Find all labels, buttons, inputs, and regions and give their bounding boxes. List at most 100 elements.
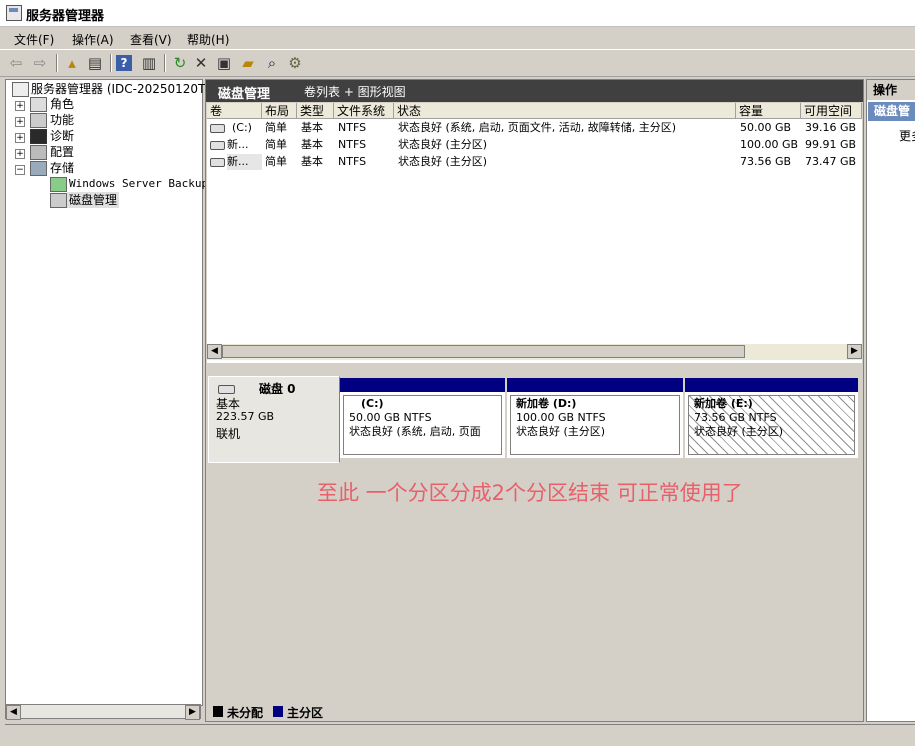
actions-title: 操作: [867, 80, 915, 100]
status-bar: [5, 724, 915, 745]
cell-free: 39.16 GB: [805, 121, 857, 134]
collapse-storage[interactable]: −: [15, 165, 25, 175]
partition-d[interactable]: 新加卷 (D:) 100.00 GB NTFS 状态良好 (主分区): [507, 378, 683, 458]
tree-item-diagnostics[interactable]: 诊断: [50, 128, 74, 144]
drive-icon: [210, 158, 225, 167]
partition-bar: [685, 378, 858, 392]
partition-bar: [507, 378, 683, 392]
legend: 未分配 主分区: [207, 703, 862, 720]
volume-list-scrollbar[interactable]: ◀ ▶: [207, 344, 862, 360]
col-filesystem[interactable]: 文件系统: [334, 103, 394, 119]
cell-volume: 新...: [227, 154, 262, 170]
storage-icon: [30, 161, 47, 176]
tree-horizontal-scrollbar[interactable]: ◀ ▶: [5, 704, 201, 720]
drive-icon: [210, 141, 225, 150]
features-icon: [30, 113, 47, 128]
volume-list: 卷 布局 类型 文件系统 状态 容量 可用空间 (C:) 简单 基本 NTFS …: [207, 103, 862, 363]
menu-view[interactable]: 查看(V): [130, 31, 172, 48]
disk-management-pane: 磁盘管理 卷列表 + 图形视图 卷 布局 类型 文件系统 状态 容量 可用空间 …: [205, 79, 864, 722]
col-free-space[interactable]: 可用空间: [801, 103, 862, 119]
help-icon[interactable]: ?: [116, 55, 132, 71]
up-folder-icon[interactable]: ▴: [62, 53, 82, 73]
toolbar: ⇦ ⇨ ▴ ▤ ? ▥ ↻ ✕ ▣ ▰ ⌕ ⚙: [0, 50, 915, 77]
cell-capacity: 100.00 GB: [740, 138, 799, 151]
col-layout[interactable]: 布局: [262, 103, 297, 119]
title-bar: 服务器管理器: [0, 0, 915, 27]
annotation-text: 至此 一个分区分成2个分区结束 可正常使用了: [317, 481, 743, 505]
tree-item-storage[interactable]: 存储: [50, 160, 74, 176]
menu-action[interactable]: 操作(A): [72, 31, 114, 48]
refresh-icon[interactable]: ↻: [170, 53, 190, 73]
view-mode: 卷列表 + 图形视图: [304, 85, 406, 99]
show-hide-action-icon[interactable]: ▥: [139, 53, 159, 73]
pane-title: 磁盘管理: [218, 87, 271, 102]
partition-c[interactable]: (C:) 50.00 GB NTFS 状态良好 (系统, 启动, 页面: [340, 378, 505, 458]
disk-0-info[interactable]: 磁盘 0 基本 223.57 GB 联机: [208, 376, 340, 463]
col-status[interactable]: 状态: [394, 103, 736, 119]
partition-e[interactable]: 新加卷 (E:) 73.56 GB NTFS 状态良好 (主分区): [685, 378, 858, 458]
actions-section-disk-management[interactable]: 磁盘管: [868, 102, 915, 121]
menu-file[interactable]: 文件(F): [14, 31, 54, 48]
tree-item-roles[interactable]: 角色: [50, 96, 74, 112]
pane-header: 磁盘管理 卷列表 + 图形视图: [206, 80, 863, 102]
cell-volume: (C:): [232, 121, 252, 134]
scroll-left-icon[interactable]: ◀: [207, 344, 222, 359]
tree-item-disk-management[interactable]: 磁盘管理: [67, 192, 120, 208]
partition-status: 状态良好 (主分区): [694, 425, 784, 438]
cell-status: 状态良好 (主分区): [398, 155, 488, 168]
cell-status: 状态良好 (主分区): [398, 138, 488, 151]
tree-root[interactable]: 服务器管理器 (IDC-20250120TC: [31, 81, 213, 97]
scroll-left-icon[interactable]: ◀: [6, 705, 21, 720]
partition-name: 新加卷 (E:): [694, 397, 753, 410]
disk-icon: [218, 385, 235, 394]
cell-free: 73.47 GB: [805, 155, 857, 168]
unallocated-swatch: [213, 706, 223, 717]
partition-status: 状态良好 (主分区): [516, 425, 606, 438]
delete-icon[interactable]: ✕: [191, 53, 211, 73]
legend-unallocated: 未分配: [227, 706, 264, 720]
partition-status: 状态良好 (系统, 启动, 页面: [349, 425, 481, 438]
expand-configuration[interactable]: +: [15, 149, 25, 159]
expand-roles[interactable]: +: [15, 101, 25, 111]
cell-fs: NTFS: [338, 155, 367, 168]
tree-item-features[interactable]: 功能: [50, 112, 74, 128]
settings-icon[interactable]: ⚙: [285, 53, 305, 73]
primary-partition-swatch: [273, 706, 283, 717]
configuration-icon: [30, 145, 47, 160]
roles-icon: [30, 97, 47, 112]
col-capacity[interactable]: 容量: [736, 103, 801, 119]
backup-icon: [50, 177, 67, 192]
menu-help[interactable]: 帮助(H): [187, 31, 229, 48]
scroll-right-icon[interactable]: ▶: [185, 705, 200, 720]
expand-features[interactable]: +: [15, 117, 25, 127]
forward-arrow-icon[interactable]: ⇨: [30, 53, 50, 73]
diagnostics-icon: [30, 129, 47, 144]
expand-diagnostics[interactable]: +: [15, 133, 25, 143]
search-icon[interactable]: ⌕: [262, 53, 282, 73]
col-type[interactable]: 类型: [297, 103, 334, 119]
cell-capacity: 50.00 GB: [740, 121, 792, 134]
col-volume[interactable]: 卷: [207, 103, 262, 119]
cell-layout: 简单: [265, 138, 287, 151]
partition-size: 73.56 GB NTFS: [694, 411, 777, 424]
cell-status: 状态良好 (系统, 启动, 页面文件, 活动, 故障转储, 主分区): [398, 121, 677, 134]
drive-icon: [210, 124, 225, 133]
back-arrow-icon[interactable]: ⇦: [6, 53, 26, 73]
cell-layout: 简单: [265, 121, 287, 134]
more-actions-link[interactable]: 更多: [899, 127, 915, 144]
tree-item-configuration[interactable]: 配置: [50, 144, 74, 160]
partition-size: 50.00 GB NTFS: [349, 411, 432, 424]
show-hide-tree-icon[interactable]: ▤: [85, 53, 105, 73]
partition-bar: [340, 378, 505, 392]
properties-icon[interactable]: ▣: [214, 53, 234, 73]
menu-bar: 文件(F) 操作(A) 查看(V) 帮助(H): [0, 27, 915, 50]
open-folder-icon[interactable]: ▰: [238, 53, 258, 73]
partition-name: (C:): [361, 397, 384, 410]
scroll-right-icon[interactable]: ▶: [847, 344, 862, 359]
legend-primary-partition: 主分区: [287, 706, 324, 720]
cell-layout: 简单: [265, 155, 287, 168]
tree-item-windows-server-backup[interactable]: Windows Server Backup: [69, 176, 208, 192]
server-icon: [12, 82, 29, 97]
scroll-thumb[interactable]: [222, 345, 745, 358]
actions-pane: 操作 磁盘管 更多: [866, 79, 915, 722]
